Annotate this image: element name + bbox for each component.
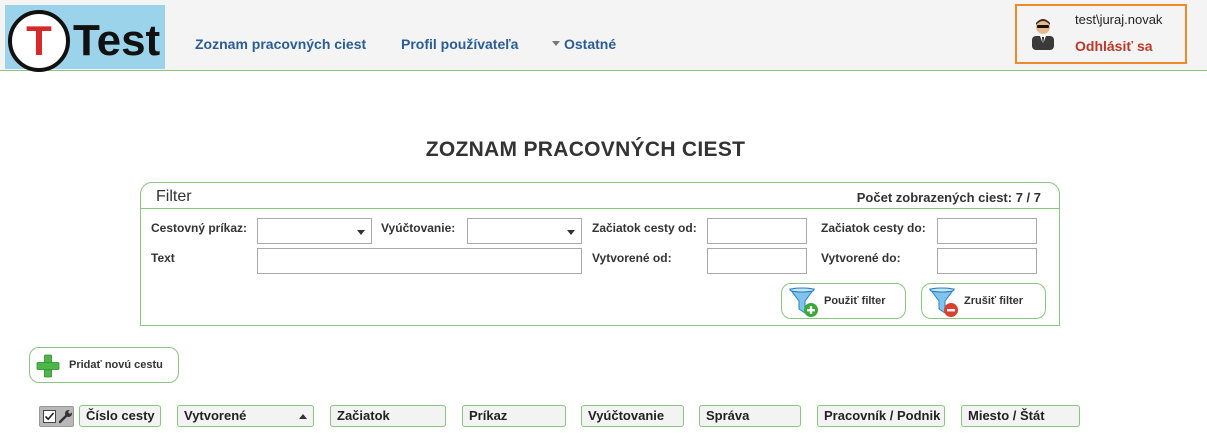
trip-start-to-input[interactable] bbox=[937, 218, 1037, 244]
column-header-place-country[interactable]: Miesto / Štát bbox=[961, 405, 1080, 427]
add-trip-label: Pridať novú cestu bbox=[69, 359, 163, 371]
column-header-created[interactable]: Vytvorené bbox=[177, 405, 314, 427]
created-from-label: Vytvorené od: bbox=[592, 251, 672, 265]
column-header-start[interactable]: Začiatok bbox=[330, 405, 446, 427]
created-from-input[interactable] bbox=[707, 248, 807, 274]
nav-other-menu[interactable]: Ostatné bbox=[552, 36, 616, 52]
add-trip-button[interactable]: Pridať novú cestu bbox=[29, 347, 179, 383]
apply-filter-label: Použiť filter bbox=[824, 295, 886, 307]
created-to-label: Vytvorené do: bbox=[821, 251, 901, 265]
column-tools-button[interactable] bbox=[39, 406, 74, 427]
caret-down-icon bbox=[552, 40, 560, 46]
travel-order-label: Cestovný príkaz: bbox=[151, 221, 248, 235]
filter-add-icon bbox=[789, 287, 818, 317]
trip-start-to-label: Začiatok cesty do: bbox=[821, 221, 926, 235]
settlement-label: Vyúčtovanie: bbox=[381, 221, 456, 235]
user-avatar-icon bbox=[1032, 19, 1054, 50]
checkbox-icon bbox=[43, 410, 56, 423]
nav-trip-list[interactable]: Zoznam pracovných ciest bbox=[195, 36, 366, 52]
column-header-settlement[interactable]: Vyúčtovanie bbox=[581, 405, 684, 427]
logo-circle: T bbox=[8, 10, 70, 72]
column-header-trip-number[interactable]: Číslo cesty bbox=[79, 405, 161, 427]
trip-start-from-label: Začiatok cesty od: bbox=[592, 221, 697, 235]
nav-user-profile[interactable]: Profil používateľa bbox=[401, 36, 518, 52]
plus-icon bbox=[36, 354, 60, 378]
apply-filter-button[interactable]: Použiť filter bbox=[781, 283, 906, 319]
filter-panel: Filter Počet zobrazených ciest: 7 / 7 Ce… bbox=[140, 182, 1060, 326]
reset-filter-label: Zrušiť filter bbox=[964, 295, 1024, 307]
trip-start-from-input[interactable] bbox=[707, 218, 807, 244]
column-header-employee-company[interactable]: Pracovník / Podnik bbox=[817, 405, 945, 427]
settlement-select[interactable] bbox=[467, 218, 582, 244]
logo-text: Test bbox=[73, 16, 161, 65]
displayed-count: Počet zobrazených ciest: 7 / 7 bbox=[856, 190, 1041, 205]
created-to-input[interactable] bbox=[937, 248, 1037, 274]
travel-order-select[interactable] bbox=[257, 218, 372, 244]
text-label: Text bbox=[151, 251, 175, 265]
logout-link[interactable]: Odhlásiť sa bbox=[1075, 38, 1153, 54]
text-search-input[interactable] bbox=[257, 248, 582, 274]
dropdown-arrow-icon bbox=[357, 230, 365, 235]
filter-remove-icon bbox=[929, 287, 958, 317]
header-bar: T Test Zoznam pracovných ciest Profil po… bbox=[0, 0, 1207, 72]
dropdown-arrow-icon bbox=[567, 230, 575, 235]
filter-header: Filter Počet zobrazených ciest: 7 / 7 bbox=[141, 183, 1059, 209]
username-label: test\juraj.novak bbox=[1075, 12, 1163, 27]
reset-filter-button[interactable]: Zrušiť filter bbox=[921, 283, 1046, 319]
wrench-icon bbox=[59, 410, 72, 424]
user-panel: test\juraj.novak Odhlásiť sa bbox=[1015, 4, 1187, 64]
nav-other-label: Ostatné bbox=[564, 36, 617, 52]
sort-ascending-icon bbox=[299, 414, 307, 419]
app-logo[interactable]: T Test bbox=[5, 5, 165, 72]
column-header-order[interactable]: Príkaz bbox=[462, 405, 566, 427]
page-title: ZOZNAM PRACOVNÝCH CIEST bbox=[425, 138, 746, 161]
column-header-created-label: Vytvorené bbox=[184, 408, 247, 423]
filter-title: Filter bbox=[156, 188, 192, 205]
logo-letter: T bbox=[26, 17, 52, 64]
column-header-report[interactable]: Správa bbox=[699, 405, 801, 427]
